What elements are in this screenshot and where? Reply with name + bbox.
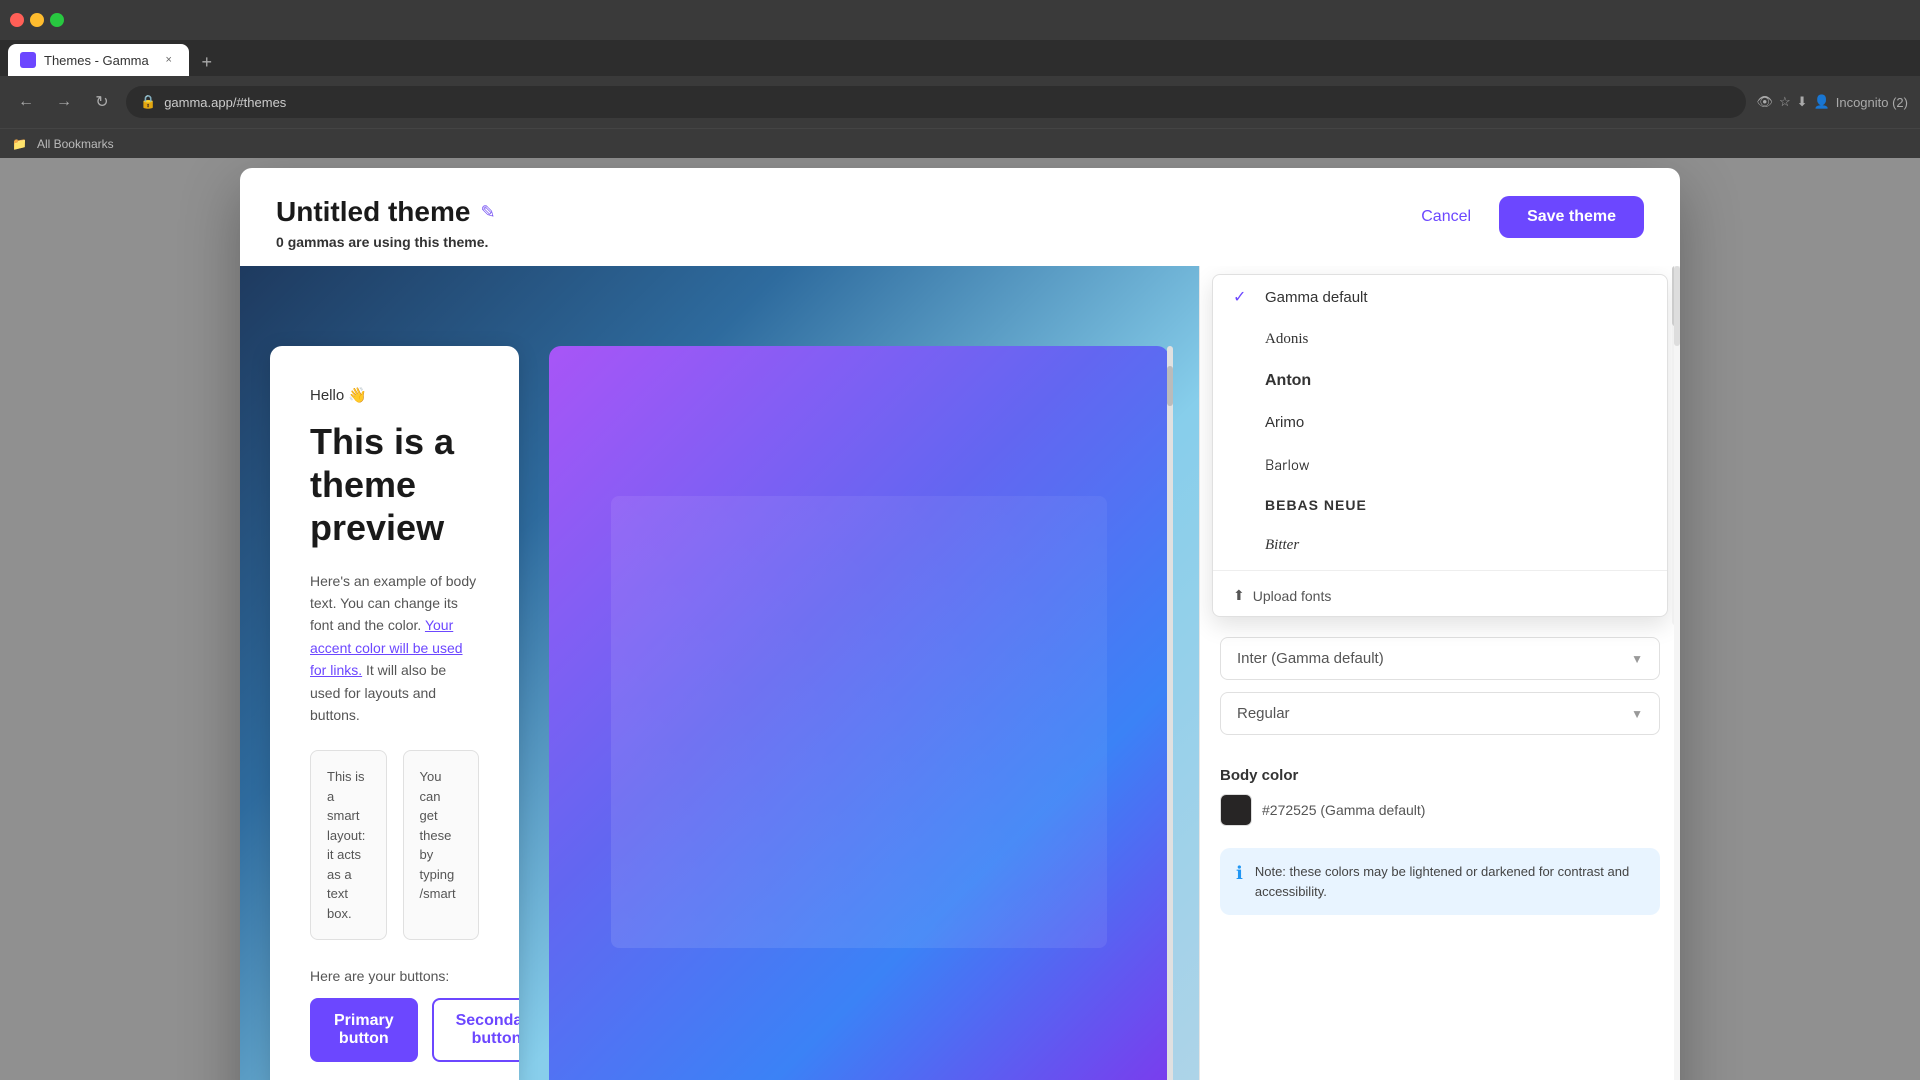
modal-actions: Cancel Save theme: [1405, 196, 1644, 238]
preview-scrollbar[interactable]: [1167, 346, 1173, 1080]
preview-pane: Hello 👋 This is a theme preview Here's a…: [240, 266, 1200, 1080]
modal-subtitle: 0 gammas are using this theme.: [276, 234, 496, 250]
font-option-label: Anton: [1265, 372, 1311, 390]
check-icon: ✓: [1233, 287, 1253, 307]
buttons-label: Here are your buttons:: [310, 968, 479, 984]
font-dropdown-container: ✓ Gamma default Adonis Anton: [1200, 266, 1680, 625]
font-option-arimo[interactable]: Arimo: [1213, 402, 1667, 443]
font-weight-value: Regular: [1237, 705, 1290, 722]
modal-title-section: Untitled theme ✎ 0 gammas are using this…: [276, 196, 496, 250]
forward-button[interactable]: →: [50, 88, 78, 116]
settings-pane: ✓ Gamma default Adonis Anton: [1200, 266, 1680, 1080]
lock-icon: 🔒: [140, 94, 156, 110]
tab-title: Themes - Gamma: [44, 53, 149, 68]
chevron-down-icon-2: ▼: [1631, 707, 1643, 721]
star-icon: ☆: [1779, 94, 1791, 110]
modal-overlay: Untitled theme ✎ 0 gammas are using this…: [0, 158, 1920, 1080]
title-bar: [0, 0, 1920, 40]
font-option-label: Arimo: [1265, 414, 1304, 431]
secondary-button-preview[interactable]: Secondary button: [432, 998, 519, 1062]
font-weight-select[interactable]: Regular ▼: [1220, 692, 1660, 735]
settings-scrollbar[interactable]: [1674, 266, 1680, 1080]
tab-close-icon[interactable]: ×: [161, 52, 177, 68]
window-controls: [10, 13, 64, 27]
tab-favicon: [20, 52, 36, 68]
hello-text: Hello 👋: [310, 386, 479, 404]
url-bar[interactable]: 🔒 gamma.app/#themes: [126, 86, 1746, 118]
theme-modal: Untitled theme ✎ 0 gammas are using this…: [240, 168, 1680, 1080]
preview-heading: This is a theme preview: [310, 420, 479, 550]
reload-button[interactable]: ↻: [88, 88, 116, 116]
url-text: gamma.app/#themes: [164, 95, 286, 110]
profile-icon: 👤: [1814, 94, 1830, 110]
save-theme-button[interactable]: Save theme: [1499, 196, 1644, 238]
info-icon: ℹ: [1236, 863, 1243, 901]
address-bar: ← → ↻ 🔒 gamma.app/#themes 👁 ☆ ⬇ 👤 Incogn…: [0, 76, 1920, 128]
dropdown-divider: [1213, 570, 1667, 571]
font-option-gamma-default[interactable]: ✓ Gamma default: [1213, 275, 1667, 319]
font-option-label: BEBAS NEUE: [1265, 497, 1367, 513]
modal-body: Hello 👋 This is a theme preview Here's a…: [240, 266, 1680, 1080]
smart-box-2: You can get these by typing /smart: [403, 750, 480, 940]
preview-body-text: Here's an example of body text. You can …: [310, 570, 479, 727]
eye-icon: 👁: [1756, 94, 1773, 110]
browser-frame: Themes - Gamma × + ← → ↻ 🔒 gamma.app/#th…: [0, 0, 1920, 1080]
info-box: ℹ Note: these colors may be lightened or…: [1220, 848, 1660, 915]
body-color-section: Body color #272525 (Gamma default): [1200, 759, 1680, 838]
back-button[interactable]: ←: [12, 88, 40, 116]
gammas-text: gammas are using this theme.: [288, 234, 489, 250]
minimize-button[interactable]: [30, 13, 44, 27]
font-option-adonis[interactable]: Adonis: [1213, 319, 1667, 360]
bookmarks-folder-icon: 📁: [12, 137, 27, 151]
font-option-label: Adonis: [1265, 331, 1308, 348]
color-value: #272525 (Gamma default): [1262, 802, 1425, 818]
smart-box-1: This is a smart layout: it acts as a tex…: [310, 750, 387, 940]
modal-title: Untitled theme ✎: [276, 196, 496, 228]
incognito-label: Incognito (2): [1836, 95, 1908, 110]
preview-scrollbar-thumb[interactable]: [1167, 366, 1173, 406]
font-option-label: Bitter: [1265, 537, 1299, 554]
gammas-count: 0: [276, 234, 284, 250]
address-actions: 👁 ☆ ⬇ 👤 Incognito (2): [1756, 94, 1908, 110]
info-text: Note: these colors may be lightened or d…: [1255, 862, 1644, 901]
preview-right-image: [549, 346, 1169, 1080]
font-option-bebas[interactable]: BEBAS NEUE: [1213, 485, 1667, 525]
font-option-bitter[interactable]: Bitter: [1213, 525, 1667, 566]
preview-buttons: Primary button Secondary button: [310, 998, 479, 1062]
body-font-select[interactable]: Inter (Gamma default) ▼: [1220, 637, 1660, 680]
font-option-anton[interactable]: Anton: [1213, 360, 1667, 402]
upload-fonts-button[interactable]: ⬆ Upload fonts: [1213, 575, 1667, 616]
theme-title: Untitled theme: [276, 196, 470, 228]
bookmarks-label: All Bookmarks: [37, 137, 114, 151]
body-font-section: Inter (Gamma default) ▼ Regular ▼: [1200, 625, 1680, 759]
close-button[interactable]: [10, 13, 24, 27]
primary-button-preview[interactable]: Primary button: [310, 998, 418, 1062]
active-tab[interactable]: Themes - Gamma ×: [8, 44, 189, 76]
body-font-value: Inter (Gamma default): [1237, 650, 1384, 667]
upload-fonts-label: Upload fonts: [1253, 588, 1332, 604]
maximize-button[interactable]: [50, 13, 64, 27]
upload-icon: ⬆: [1233, 587, 1245, 604]
download-icon: ⬇: [1797, 94, 1808, 110]
tabs-bar: Themes - Gamma × +: [0, 40, 1920, 76]
body-color-label: Body color: [1220, 767, 1660, 784]
preview-card: Hello 👋 This is a theme preview Here's a…: [270, 346, 519, 1080]
smart-layouts: This is a smart layout: it acts as a tex…: [310, 750, 479, 940]
font-dropdown-open: ✓ Gamma default Adonis Anton: [1212, 274, 1668, 617]
font-option-label: Barlow: [1265, 455, 1310, 473]
color-row: #272525 (Gamma default): [1220, 794, 1660, 826]
cancel-button[interactable]: Cancel: [1405, 198, 1487, 236]
font-option-label: Gamma default: [1265, 289, 1368, 306]
new-tab-button[interactable]: +: [193, 48, 221, 76]
settings-scrollbar-thumb[interactable]: [1674, 266, 1680, 346]
modal-header: Untitled theme ✎ 0 gammas are using this…: [240, 168, 1680, 266]
bookmarks-bar: 📁 All Bookmarks: [0, 128, 1920, 158]
chevron-down-icon: ▼: [1631, 652, 1643, 666]
edit-icon[interactable]: ✎: [480, 202, 495, 223]
color-swatch[interactable]: [1220, 794, 1252, 826]
font-option-barlow[interactable]: Barlow: [1213, 443, 1667, 485]
main-content: Untitled theme ✎ 0 gammas are using this…: [0, 158, 1920, 1080]
